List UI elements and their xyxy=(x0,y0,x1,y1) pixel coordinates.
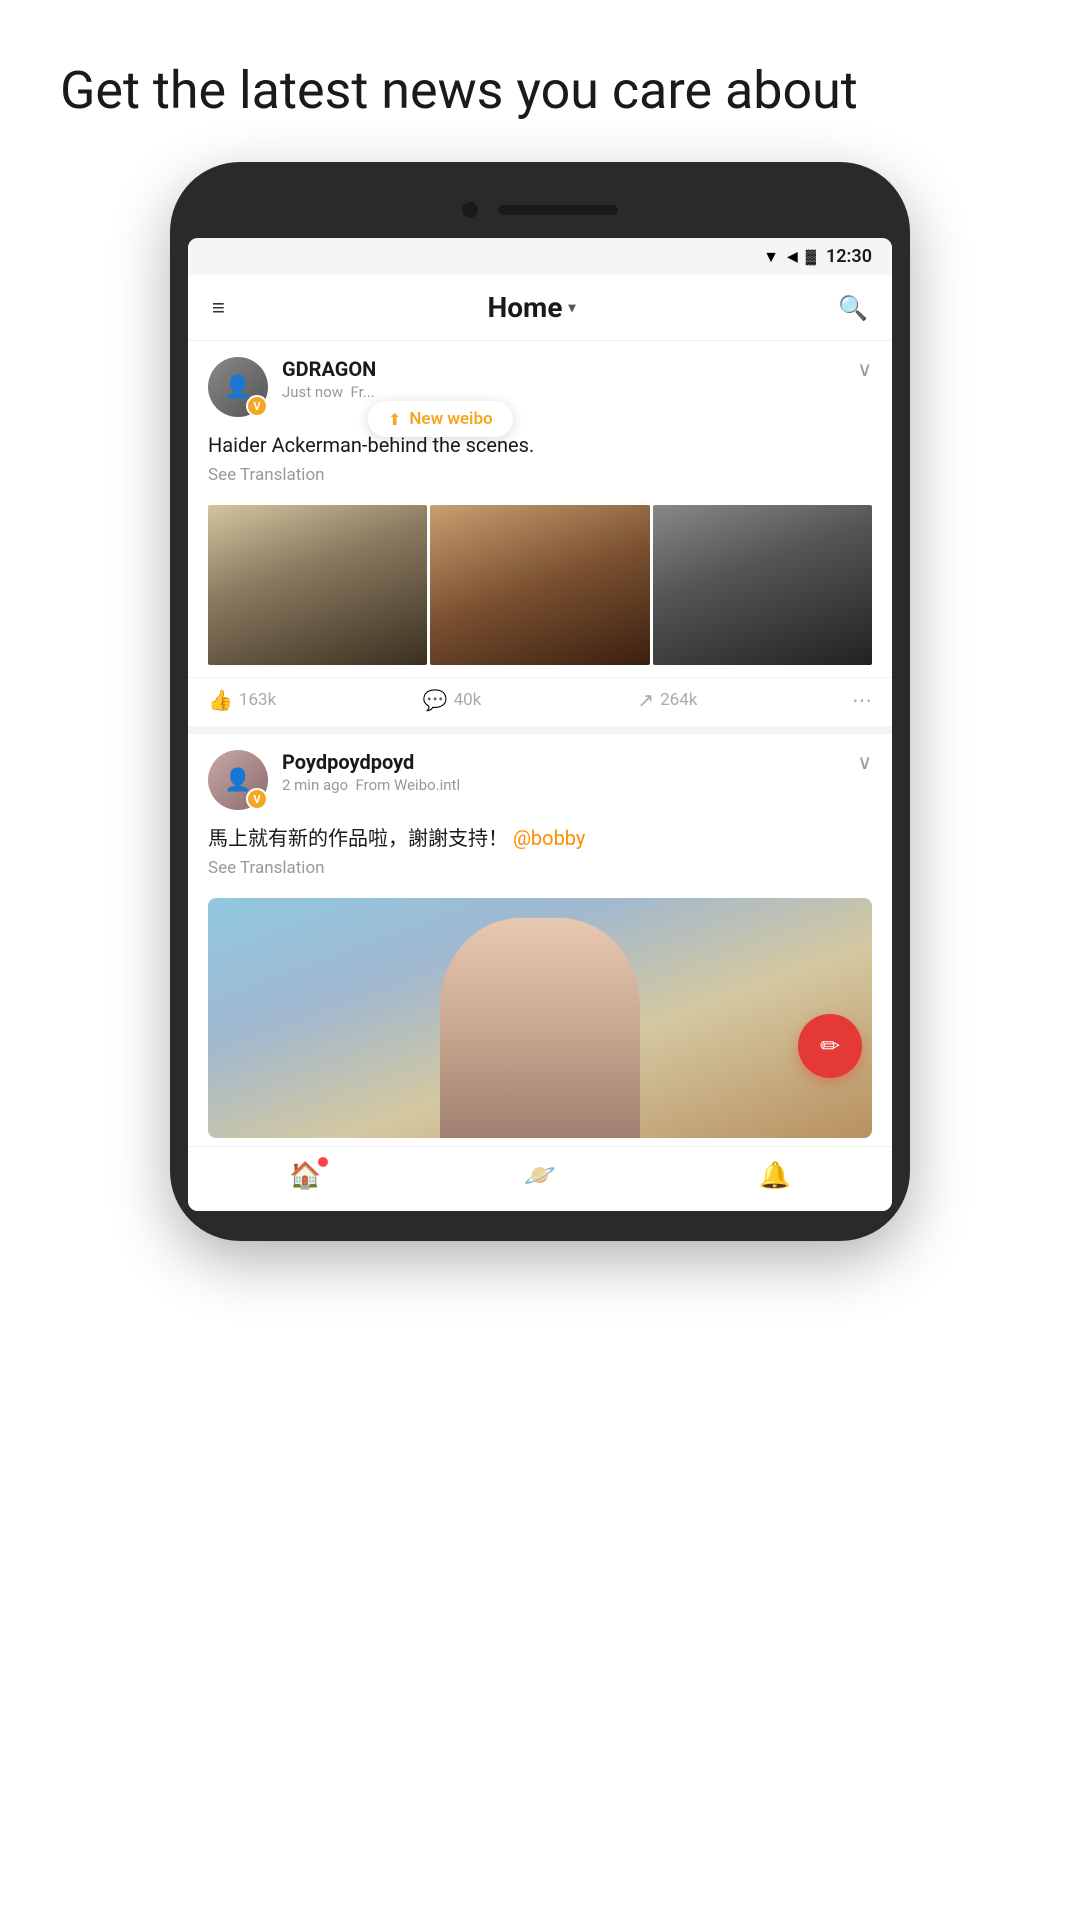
repost-icon: ↗ xyxy=(637,688,654,712)
phone-top xyxy=(188,192,892,238)
dropdown-arrow-icon: ▾ xyxy=(568,300,575,316)
post-1-dropdown-icon[interactable]: ∨ xyxy=(857,357,872,381)
new-weibo-arrow-icon: ⬆ xyxy=(388,410,401,429)
post-2-content: 馬上就有新的作品啦，謝謝支持！ @bobby See Translation xyxy=(188,820,892,890)
post-1-meta: GDRAGON Just now Fr... xyxy=(282,357,843,401)
post-1-see-translation[interactable]: See Translation xyxy=(208,465,872,485)
post-1-share-action[interactable]: ⋯ xyxy=(852,688,872,712)
post-1-avatar-wrap: 👤 V xyxy=(208,357,268,417)
comment-icon: 💬 xyxy=(423,688,448,712)
share-icon: ⋯ xyxy=(852,688,872,712)
post-card-2: 👤 V Poydpoydpoyd 2 min ago From Weibo.in… xyxy=(188,734,892,1138)
post-card-1: ⬆ New weibo 👤 V GDRAGON xyxy=(188,341,892,726)
post-2-meta: Poydpoydpoyd 2 min ago From Weibo.intl xyxy=(282,750,843,794)
fab-compose-button[interactable]: ✏ xyxy=(798,1014,862,1078)
phone-screen: ▼ ◀ ▓ 12:30 ≡ Home ▾ 🔍 xyxy=(188,238,892,1211)
post-1-username[interactable]: GDRAGON xyxy=(282,357,843,381)
home-notification-dot xyxy=(318,1157,328,1167)
post-2-image[interactable] xyxy=(208,898,872,1138)
phone-frame: ▼ ◀ ▓ 12:30 ≡ Home ▾ 🔍 xyxy=(170,162,910,1241)
phone-speaker xyxy=(498,205,618,215)
verified-badge-1: V xyxy=(246,395,268,417)
post-2-dropdown-icon[interactable]: ∨ xyxy=(857,750,872,774)
app-header: ≡ Home ▾ 🔍 xyxy=(188,275,892,341)
post-1-header: 👤 V GDRAGON Just now Fr... xyxy=(188,341,892,427)
new-weibo-label: New weibo xyxy=(409,409,492,429)
discover-nav-icon: 🪐 xyxy=(524,1161,556,1191)
like-icon: 👍 xyxy=(208,688,233,712)
home-title-group[interactable]: Home ▾ xyxy=(487,291,575,324)
battery-icon: ▓ xyxy=(806,248,816,265)
status-bar: ▼ ◀ ▓ 12:30 xyxy=(188,238,892,275)
post-2-see-translation[interactable]: See Translation xyxy=(208,858,872,878)
nav-item-home[interactable]: 🏠 xyxy=(289,1161,321,1191)
search-button[interactable]: 🔍 xyxy=(838,294,868,322)
post-1-text: Haider Ackerman-behind the scenes. xyxy=(208,431,872,459)
post-1-comment-action[interactable]: 💬 40k xyxy=(423,688,638,712)
post-2-mention[interactable]: @bobby xyxy=(513,826,585,850)
post-1-like-action[interactable]: 👍 163k xyxy=(208,688,423,712)
status-icons: ▼ ◀ ▓ xyxy=(763,247,816,267)
page-title: Get the latest news you care about xyxy=(60,60,1020,122)
post-1-image-3[interactable] xyxy=(653,505,872,665)
wifi-icon: ▼ xyxy=(763,247,779,267)
post-2-text: 馬上就有新的作品啦，謝謝支持！ @bobby xyxy=(208,824,872,852)
post-2-header: 👤 V Poydpoydpoyd 2 min ago From Weibo.in… xyxy=(188,734,892,820)
post-1-reposts: 264k xyxy=(660,690,697,710)
phone-container: ▼ ◀ ▓ 12:30 ≡ Home ▾ 🔍 xyxy=(0,162,1080,1241)
post-2-username[interactable]: Poydpoydpoyd xyxy=(282,750,843,774)
phone-camera xyxy=(462,202,478,218)
post-1-image-1[interactable] xyxy=(208,505,427,665)
signal-icon: ◀ xyxy=(787,249,798,265)
post-2-avatar-wrap: 👤 V xyxy=(208,750,268,810)
post-1-time: Just now Fr... xyxy=(282,383,843,401)
verified-badge-2: V xyxy=(246,788,268,810)
page-header: Get the latest news you care about xyxy=(0,0,1080,162)
notifications-nav-icon: 🔔 xyxy=(758,1161,790,1191)
post-1-likes: 163k xyxy=(239,690,276,710)
post-1-actions: 👍 163k 💬 40k ↗ 264k xyxy=(188,677,892,726)
home-title-label: Home xyxy=(487,291,562,324)
home-nav-icon: 🏠 xyxy=(289,1161,321,1191)
compose-icon: ✏ xyxy=(820,1032,840,1060)
bottom-navigation: 🏠 🪐 🔔 xyxy=(188,1146,892,1211)
post-2-time: 2 min ago From Weibo.intl xyxy=(282,776,843,794)
post-1-content: Haider Ackerman-behind the scenes. See T… xyxy=(188,427,892,497)
nav-item-notifications[interactable]: 🔔 xyxy=(758,1161,790,1191)
hamburger-menu-icon[interactable]: ≡ xyxy=(212,295,225,321)
post-1-image-2[interactable] xyxy=(430,505,649,665)
nav-item-discover[interactable]: 🪐 xyxy=(524,1161,556,1191)
post-2-image-face xyxy=(440,918,640,1138)
status-time: 12:30 xyxy=(826,246,872,267)
feed: ⬆ New weibo 👤 V GDRAGON xyxy=(188,341,892,1138)
post-1-comments: 40k xyxy=(454,690,482,710)
page-wrapper: Get the latest news you care about ▼ ◀ ▓… xyxy=(0,0,1080,1241)
post-1-images xyxy=(188,497,892,677)
post-1-repost-action[interactable]: ↗ 264k xyxy=(637,688,852,712)
new-weibo-badge[interactable]: ⬆ New weibo xyxy=(368,401,513,437)
